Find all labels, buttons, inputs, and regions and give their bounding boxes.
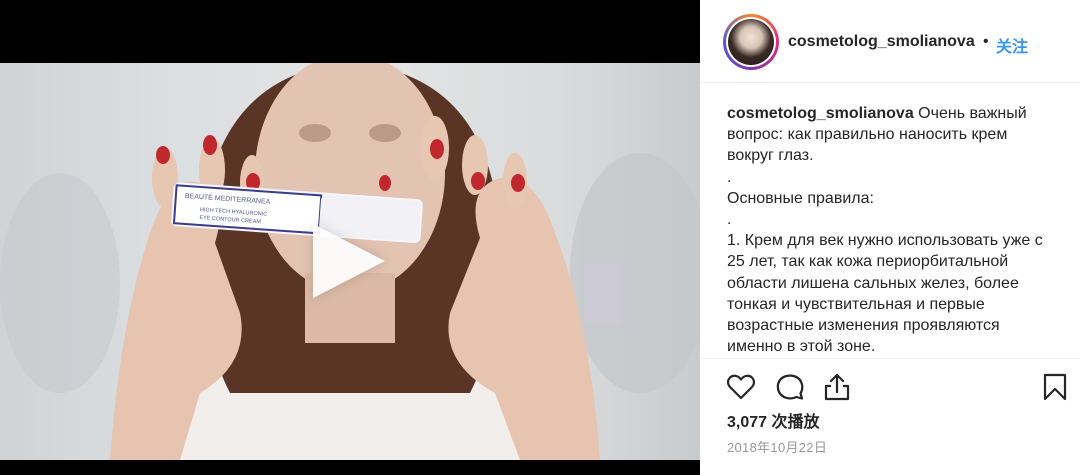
bookmark-icon[interactable]	[1040, 372, 1070, 402]
play-icon[interactable]	[313, 224, 385, 298]
view-count[interactable]: 3,077 次播放	[727, 408, 820, 432]
follow-button[interactable]: 关注	[996, 33, 1028, 57]
caption-username[interactable]: cosmetolog_smolianova	[727, 105, 914, 122]
video-player[interactable]: BEAUTÉ MEDITERRANEA HIGH TECH HYALURONIC…	[0, 0, 700, 475]
separator-dot: •	[983, 33, 989, 50]
post-caption: cosmetolog_smolianova Очень важный вопро…	[727, 103, 1057, 357]
caption-line-4: .	[727, 211, 732, 229]
comment-icon[interactable]	[775, 372, 805, 402]
caption-line-5: 1. Крем для век нужно использовать уже с…	[727, 232, 1043, 356]
caption-line-2: .	[727, 168, 732, 186]
share-icon[interactable]	[822, 372, 852, 402]
avatar-image	[728, 19, 774, 65]
avatar[interactable]	[723, 14, 779, 70]
heart-icon[interactable]	[726, 372, 756, 402]
caption-line-3: Основные правила:	[727, 189, 874, 207]
header-username[interactable]: cosmetolog_smolianova	[788, 33, 975, 51]
post-header: cosmetolog_smolianova • 关注	[700, 0, 1080, 83]
action-bar	[700, 358, 1080, 415]
post-date[interactable]: 2018年10月22日	[727, 437, 827, 456]
post-panel: cosmetolog_smolianova • 关注 cosmetolog_sm…	[700, 0, 1080, 475]
